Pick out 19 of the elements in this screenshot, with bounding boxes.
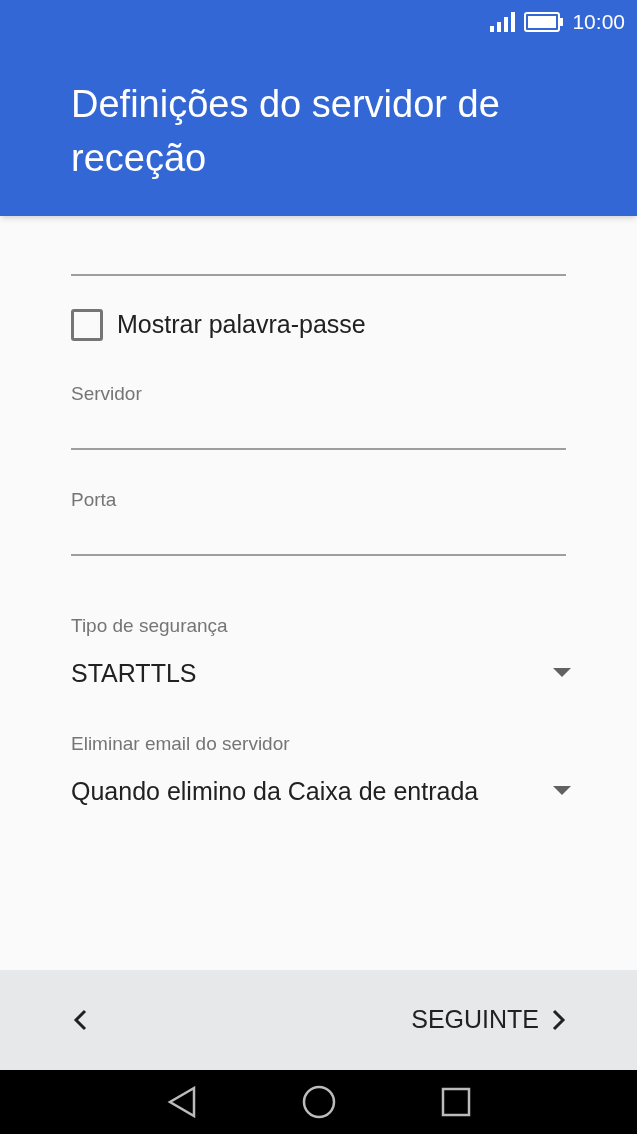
battery-icon [524, 12, 565, 32]
dropdown[interactable]: STARTTLS [71, 655, 571, 690]
recents-icon[interactable] [440, 1087, 471, 1117]
field-label: Porta [71, 487, 118, 512]
home-icon[interactable] [301, 1085, 336, 1119]
status-time: 10:00 [572, 9, 625, 36]
field-label: Servidor [71, 381, 143, 406]
next-button[interactable]: SEGUINTE [411, 1001, 567, 1039]
chevron-right-icon [551, 1009, 567, 1031]
signal-icon [490, 12, 517, 32]
dropdown[interactable]: Quando elimino da Caixa de entrada [71, 773, 571, 808]
field-label: Eliminar email do servidor [71, 731, 291, 756]
dropdown-arrow-icon [553, 668, 571, 677]
back-nav-icon[interactable] [166, 1086, 197, 1118]
show-password-checkbox[interactable]: Mostrar palavra-passe [71, 306, 366, 344]
dropdown-arrow-icon [553, 786, 571, 795]
page-title: Definições do servidor de receção [70, 82, 501, 181]
field-label: Tipo de segurança [71, 613, 229, 638]
back-icon [72, 1009, 88, 1031]
